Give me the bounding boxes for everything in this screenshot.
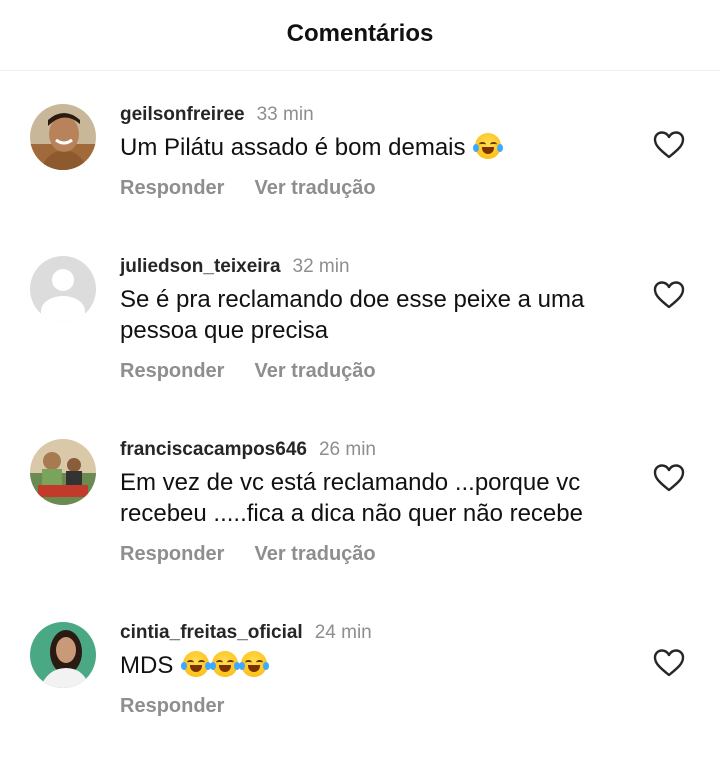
comment-item: juliedson_teixeira 32 min Se é pra recla… (0, 256, 720, 382)
reply-button[interactable]: Responder (120, 695, 224, 718)
heart-icon[interactable] (653, 463, 685, 493)
comment-timestamp: 33 min (256, 104, 314, 125)
comment-text-body: Um Pilátu assado é bom demais (120, 134, 466, 161)
page-title: Comentários (286, 20, 434, 47)
comment-text: Em vez de vc está reclamando ...porque v… (120, 469, 583, 527)
avatar[interactable] (30, 256, 96, 322)
comment-timestamp: 32 min (292, 256, 350, 277)
comment-timestamp: 26 min (318, 439, 376, 460)
comment-username[interactable]: geilsonfreiree (120, 104, 245, 126)
avatar[interactable] (30, 104, 96, 170)
see-translation-button[interactable]: Ver tradução (254, 543, 375, 566)
comment-text-body: MDS (120, 652, 174, 679)
laughing-emoji-icon (210, 651, 241, 677)
reply-button[interactable]: Responder (120, 177, 224, 200)
comment-timestamp: 24 min (314, 622, 372, 643)
see-translation-button[interactable]: Ver tradução (254, 360, 375, 383)
see-translation-button[interactable]: Ver tradução (254, 177, 375, 200)
laughing-emoji-icon (239, 651, 270, 677)
laughing-emoji-icon (473, 133, 504, 159)
heart-icon[interactable] (653, 130, 685, 160)
laughing-emoji-icon (181, 651, 212, 677)
reply-button[interactable]: Responder (120, 543, 224, 566)
reply-button[interactable]: Responder (120, 360, 224, 383)
comment-text: MDS (120, 650, 620, 681)
comment-username[interactable]: cintia_freitas_oficial (120, 622, 303, 644)
heart-icon[interactable] (653, 280, 685, 310)
avatar[interactable] (30, 622, 96, 688)
comment-text: Um Pilátu assado é bom demais (120, 132, 620, 163)
heart-icon[interactable] (653, 648, 685, 678)
comment-username[interactable]: juliedson_teixeira (120, 256, 281, 278)
comment-username[interactable]: franciscacampos646 (120, 439, 307, 461)
comment-text: Se é pra reclamando doe esse peixe a uma… (120, 286, 585, 344)
comments-header: Comentários (0, 0, 720, 71)
avatar[interactable] (30, 439, 96, 505)
